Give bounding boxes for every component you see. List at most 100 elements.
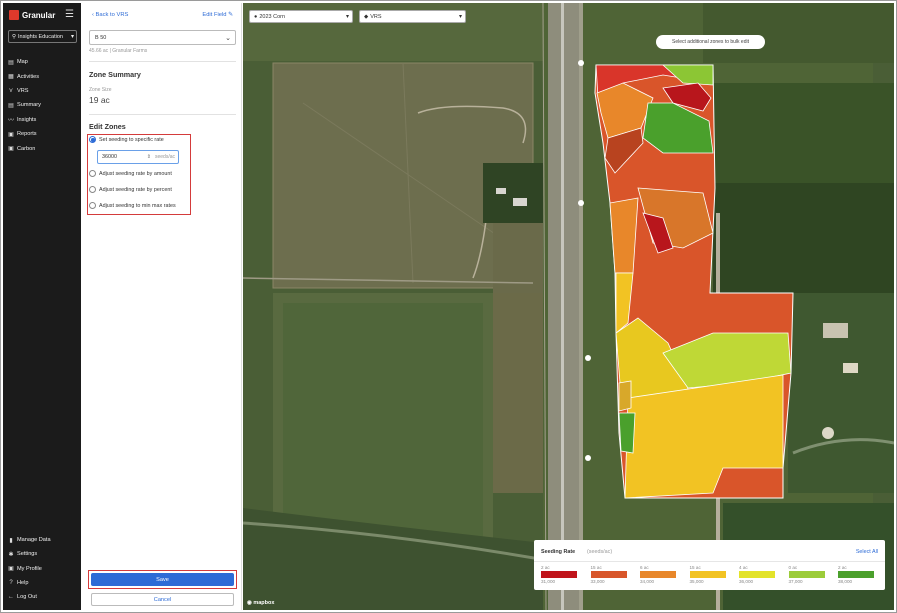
sidebar-item-label: Log Out [17,594,37,601]
field-select-value: B 50 [95,34,107,41]
stepper-icon[interactable]: ⇕ [147,154,151,160]
select-all-link[interactable]: Select All [856,549,878,555]
legend-rate: 34,000 [640,579,655,584]
hamburger-menu-icon[interactable]: ☰ [65,9,74,20]
legend-item[interactable]: 2 ac 31,000 [541,565,581,584]
sidebar-item-label: My Profile [17,565,42,572]
chevron-down-icon: ▾ [345,14,349,20]
seeding-option-radio[interactable]: Adjust seeding rate by amount [89,170,172,177]
legend-unit: (seeds/ac) [587,549,613,555]
vrs-icon: ⋎ [8,88,14,95]
carbon-icon: ▣ [8,146,14,153]
sidebar-item-label: Help [17,580,29,587]
legend-item[interactable]: 0 ac 37,000 [788,565,829,584]
legend-rate: 33,000 [590,579,605,584]
legend-rate: 37,000 [788,579,803,584]
sidebar-item-help[interactable]: ? Help [8,576,51,590]
sidebar-item-label: Insights [17,116,37,123]
seeding-option-radio[interactable]: Adjust seeding rate by percent [89,186,172,193]
save-button[interactable]: Save [91,573,234,586]
radio-button-icon [89,170,96,177]
edit-field-link[interactable]: Edit Field ✎ [202,12,233,18]
pencil-icon: ✎ [228,12,233,18]
sidebar-item-my-profile[interactable]: ▣ My Profile [8,562,51,576]
field-select[interactable]: B 50 ⌄ [89,30,236,45]
seeding-option-label: Adjust seeding rate by amount [99,170,172,177]
zone-size-label: Zone Size [89,87,112,93]
legend-swatch [640,571,676,578]
sidebar-item-label: Carbon [17,145,36,152]
back-to-vrs-link[interactable]: ‹ Back to VRS [92,12,128,18]
sidebar-item-map[interactable]: ▤ Map [8,55,41,69]
legend-item[interactable]: 6 ac 34,000 [640,565,680,584]
sidebar-item-label: Summary [17,102,41,109]
bulk-edit-hint: Select additional zones to bulk edit [656,35,765,49]
zone-summary-heading: Zone Summary [89,70,141,79]
satellite-imagery [243,3,894,610]
seeding-option-label: Adjust seeding to min max rates [99,202,176,209]
seeding-option-label: Adjust seeding rate by percent [99,186,172,193]
legend-swatch [739,571,775,578]
sidebar-item-insights[interactable]: 〰 Insights [8,113,41,127]
layer-icon: ◆ [364,13,369,20]
season-select-value: 2023 Corn [259,13,286,20]
chevron-down-icon: ⌄ [225,34,231,42]
sidebar-item-manage-data[interactable]: ▮ Manage Data [8,533,50,547]
cancel-button[interactable]: Cancel [91,593,234,606]
mapbox-attribution[interactable]: ◉ mapbox [247,600,274,606]
map-icon: ▤ [8,59,14,66]
org-selector[interactable]: ⚲ Insights Education ▾ [8,30,77,43]
sidebar-item-log-out[interactable]: ← Log Out [8,590,51,604]
seeding-rate-value: 36000 [102,154,117,160]
back-link-label: Back to VRS [95,12,129,18]
sidebar-item-label: Settings [17,551,38,558]
seeding-option-radio[interactable]: Set seeding to specific rate [89,136,164,143]
app-name: Granular [22,10,56,20]
mapbox-label: mapbox [253,600,275,606]
divider [534,561,885,562]
legend-item[interactable]: 2 ac 38,000 [838,565,878,584]
sidebar-item-settings[interactable]: ✱ Settings [8,547,51,561]
org-name: Insights Education [18,33,63,40]
crop-icon: ● [254,13,258,20]
seeding-rate-legend: Seeding Rate (seeds/ac) Select All 2 ac 3… [534,540,885,590]
seeding-rate-input[interactable]: 36000 ⇕ seeds/ac [97,150,179,164]
sidebar-item-label: Reports [17,131,37,138]
sidebar-bottom-nav: ▮ Manage Data ✱ Settings ▣ My Profile? Help ← Lo… [8,533,51,604]
radio-button-icon [89,136,96,143]
sidebar-item-reports[interactable]: ▣ Reports [8,127,41,141]
insights-icon: 〰 [8,118,15,125]
activities-icon: ▦ [8,74,14,81]
seeding-option-radio[interactable]: Adjust seeding to min max rates [89,202,176,209]
field-meta: 45.66 ac | Granular Farms [89,48,148,54]
sidebar-item-label: Activities [17,73,40,80]
legend-swatch [541,571,577,578]
legend-item[interactable]: 4 ac 36,000 [739,565,779,584]
sidebar-item-vrs[interactable]: ⋎ VRS [8,84,41,98]
map-view[interactable]: ● 2023 Corn ▾ ◆ VRS ▾ Select additional … [243,3,894,610]
chevron-down-icon: ▾ [458,14,462,20]
edit-zones-heading: Edit Zones [89,122,126,131]
legend-rate: 31,000 [541,579,556,584]
sidebar-item-summary[interactable]: ▤ Summary [8,98,41,112]
profile-icon: ▣ [8,566,14,573]
divider [89,114,236,115]
sidebar-item-label: VRS [17,87,29,94]
legend-item[interactable]: 15 ac 33,000 [590,565,631,584]
layer-select[interactable]: ◆ VRS ▾ [359,10,466,23]
sidebar-item-activities[interactable]: ▦ Activities [8,69,41,83]
logout-icon: ← [8,594,14,601]
layer-select-value: VRS [370,13,382,20]
legend-item[interactable]: 15 ac 35,000 [689,565,730,584]
chevron-down-icon: ▾ [70,34,74,40]
legend-rate: 36,000 [739,579,754,584]
app-logo[interactable]: Granular [9,10,55,20]
legend-rate: 38,000 [838,579,853,584]
sidebar-item-label: Map [17,59,28,66]
season-select[interactable]: ● 2023 Corn ▾ [249,10,353,23]
legend-swatch [788,571,825,578]
sidebar-item-carbon[interactable]: ▣ Carbon [8,141,41,155]
seeding-option-label: Set seeding to specific rate [99,136,164,143]
zone-size-value: 19 ac [89,95,110,105]
manage-data-icon: ▮ [9,537,13,544]
